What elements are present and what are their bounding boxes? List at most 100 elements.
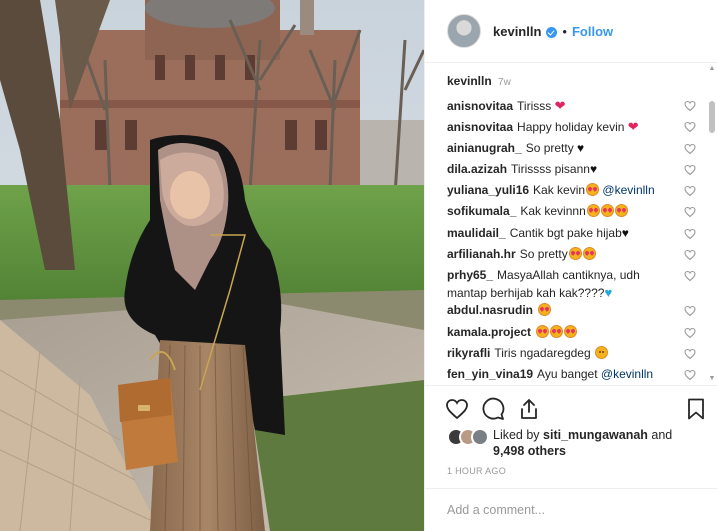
comment-like-heart-icon[interactable] <box>684 228 696 240</box>
liker-avatars[interactable] <box>447 428 493 446</box>
comment-mention[interactable]: @kevinlln <box>601 367 653 381</box>
comment-like-heart-icon[interactable] <box>684 369 696 381</box>
comment-username[interactable]: anisnovitaa <box>447 120 513 134</box>
black-heart-icon: ♥ <box>621 225 629 240</box>
comment-like-heart-icon[interactable] <box>684 206 696 218</box>
comment-like-heart-icon[interactable] <box>684 348 696 360</box>
comment-item: prhy65_ MasyaAllah cantiknya, udh mantap … <box>447 267 696 302</box>
follow-button[interactable]: Follow <box>572 24 613 39</box>
grinning-face-icon <box>594 345 608 359</box>
comment-item: anisnovitaa Happy holiday kevin ❤ <box>447 118 696 139</box>
add-comment-input[interactable] <box>447 501 687 519</box>
comment-item: ainianugrah_ So pretty ♥ <box>447 140 696 161</box>
comment-username[interactable]: sofikumala_ <box>447 204 516 218</box>
likes-text: Liked by siti_mungawanah and 9,498 other… <box>493 427 672 459</box>
comment-item: fen_yin_vina19 Ayu banget @kevinlln <box>447 366 696 385</box>
comment-like-heart-icon[interactable] <box>684 327 696 339</box>
liker-username[interactable]: siti_mungawanah <box>543 428 648 442</box>
comments-list[interactable]: kevinlln 7w anisnovitaa Tirisss ❤ anisnovi… <box>425 63 717 385</box>
likes-count[interactable]: 9,498 others <box>493 444 566 458</box>
comment-username[interactable]: abdul.nasrudin <box>447 303 533 317</box>
likes-and: and <box>647 428 673 442</box>
comment-username[interactable]: yuliana_yuli16 <box>447 183 529 197</box>
post-image <box>0 0 424 531</box>
header-username[interactable]: kevinlln <box>493 24 541 39</box>
comment-item: rikyrafli Tiris ngadaregdeg <box>447 345 696 366</box>
black-heart-icon: ♥ <box>589 161 598 176</box>
heart-eyes-icon <box>600 204 614 218</box>
comment-item: anisnovitaa Tirisss ❤ <box>447 97 696 118</box>
likes-summary: Liked by siti_mungawanah and 9,498 other… <box>447 427 707 459</box>
heart-eyes-icon <box>586 204 600 218</box>
heart-eyes-icon <box>564 324 578 338</box>
comment-like-heart-icon[interactable] <box>684 249 696 261</box>
blue-heart-icon: ♥ <box>604 285 613 301</box>
verified-badge-icon <box>546 26 558 38</box>
comment-like-heart-icon[interactable] <box>684 305 696 317</box>
scroll-down-arrow-icon[interactable]: ▼ <box>708 375 716 383</box>
comment-like-heart-icon[interactable] <box>684 185 696 197</box>
post-header: kevinlln • Follow <box>425 0 717 63</box>
comment-like-heart-icon[interactable] <box>684 164 696 176</box>
comment-item: maulidail_ Cantik bgt pake hijab♥ <box>447 225 696 246</box>
post-photo[interactable] <box>0 0 424 531</box>
comment-text: So pretty <box>525 140 578 155</box>
profile-avatar[interactable] <box>447 14 481 48</box>
heart-eyes-icon <box>568 247 582 261</box>
comment-username[interactable]: kamala.project <box>447 325 531 339</box>
comment-username[interactable]: arfilianah.hr <box>447 247 516 261</box>
comment-username[interactable]: dila.azizah <box>447 162 507 176</box>
header-separator: • <box>562 23 567 39</box>
comment-mention[interactable]: @kevinlln <box>602 183 654 197</box>
comment-username[interactable]: prhy65_ <box>447 268 493 282</box>
scroll-up-arrow-icon[interactable]: ▲ <box>708 65 716 73</box>
comments-scrollbar[interactable]: ▲ ▼ <box>708 63 716 385</box>
comment-text: Ayu banget <box>537 367 601 382</box>
comment-text: Tiris ngadaregdeg <box>494 345 594 360</box>
heart-eyes-icon <box>536 324 550 338</box>
heart-eyes-icon <box>614 204 628 218</box>
black-heart-icon: ♥ <box>577 140 585 155</box>
comment-text: Kak kevin <box>533 183 586 198</box>
heart-outline-icon[interactable] <box>445 397 469 421</box>
heart-eyes-icon <box>538 303 552 317</box>
comment-text: Happy holiday kevin <box>517 120 628 135</box>
comment-bubble-icon[interactable] <box>481 397 505 421</box>
bookmark-icon[interactable] <box>684 397 708 421</box>
comment-username[interactable]: ainianugrah_ <box>447 141 522 155</box>
comment-item: yuliana_yuli16 Kak kevin @kevinlln <box>447 182 696 203</box>
comment-text: Tirisss <box>517 99 555 113</box>
comment-text: Tirissss pisann <box>511 161 590 176</box>
comment-like-heart-icon[interactable] <box>684 270 696 282</box>
heart-eyes-icon <box>582 247 596 261</box>
red-heart-icon: ❤ <box>627 119 639 135</box>
comment-username[interactable]: maulidail_ <box>447 226 506 240</box>
scroll-thumb[interactable] <box>709 101 715 133</box>
comment-item: kamala.project <box>447 324 696 345</box>
comment-text: Cantik bgt pake hijab <box>509 225 622 240</box>
heart-eyes-icon <box>586 183 600 197</box>
action-bar <box>425 385 717 433</box>
comment-username[interactable]: rikyrafli <box>447 346 490 360</box>
share-arrow-icon[interactable] <box>517 397 541 421</box>
comment-text: Kak kevinnn <box>520 204 586 219</box>
red-heart-icon: ❤ <box>554 98 566 113</box>
caption-time[interactable]: 7w <box>498 77 511 88</box>
comment-text: So pretty <box>519 247 568 262</box>
post-timestamp[interactable]: 1 HOUR AGO <box>447 466 506 476</box>
heart-eyes-icon <box>550 324 564 338</box>
comment-like-heart-icon[interactable] <box>684 143 696 155</box>
post-side-panel: kevinlln • Follow kevinlln 7w anisnovita… <box>424 0 717 531</box>
comment-like-heart-icon[interactable] <box>684 100 696 112</box>
comment-item: dila.azizah Tirissss pisann♥ <box>447 161 696 182</box>
add-comment-bar <box>425 488 717 531</box>
comment-username[interactable]: fen_yin_vina19 <box>447 367 533 381</box>
comment-item: sofikumala_ Kak kevinnn <box>447 203 696 224</box>
comment-username[interactable]: anisnovitaa <box>447 99 513 113</box>
caption-username[interactable]: kevinlln <box>447 74 492 88</box>
liker-avatar[interactable] <box>471 428 489 446</box>
comment-like-heart-icon[interactable] <box>684 121 696 133</box>
caption: kevinlln 7w <box>447 74 696 97</box>
comment-item: abdul.nasrudin <box>447 302 696 323</box>
likes-prefix: Liked by <box>493 428 544 442</box>
